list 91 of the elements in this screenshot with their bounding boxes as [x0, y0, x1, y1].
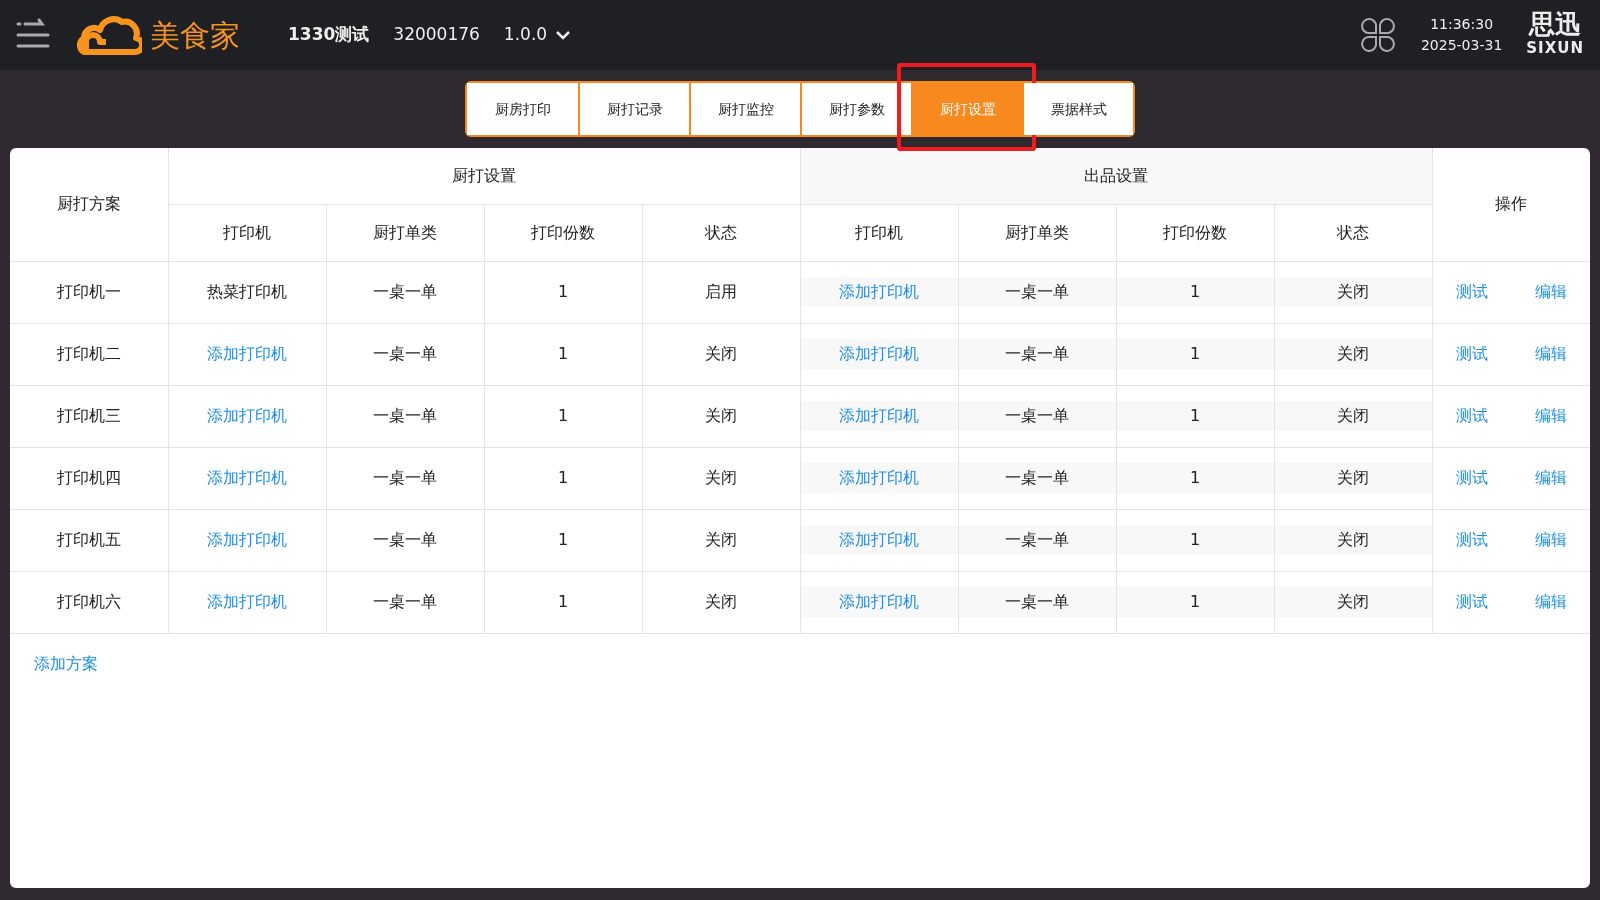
table-cell: 关闭	[1274, 525, 1432, 555]
add-printer-link[interactable]: 添加打印机	[207, 592, 287, 611]
action-link[interactable]: 测试	[1455, 528, 1488, 552]
action-link[interactable]: 测试	[1455, 280, 1488, 304]
column-header: 打印机	[168, 204, 326, 261]
table-cell: 打印机五	[56, 530, 121, 549]
group-header: 厨打设置	[168, 148, 800, 204]
column-header: 操作	[1432, 148, 1590, 261]
add-printer-link[interactable]: 添加打印机	[800, 525, 958, 555]
table-cell: 关闭	[705, 468, 737, 487]
tab[interactable]: 票据样式	[1022, 83, 1133, 135]
table-cell: 关闭	[705, 530, 737, 549]
action-link[interactable]: 测试	[1455, 466, 1488, 490]
add-printer-link[interactable]: 添加打印机	[800, 587, 958, 617]
table-cell: 1	[557, 344, 569, 363]
column-header: 状态	[642, 204, 800, 261]
action-link[interactable]: 测试	[1455, 342, 1488, 366]
table-cell: 1	[1116, 587, 1274, 617]
table-cell: 一桌一单	[958, 587, 1116, 617]
table-cell: 一桌一单	[958, 339, 1116, 369]
action-link[interactable]: 编辑	[1534, 466, 1567, 490]
table-cell: 1	[1116, 463, 1274, 493]
add-printer-link[interactable]: 添加打印机	[800, 401, 958, 431]
column-header: 厨打单类	[326, 204, 484, 261]
table-cell: 一桌一单	[373, 468, 437, 487]
add-printer-link[interactable]: 添加打印机	[207, 530, 287, 549]
column-header: 厨打方案	[10, 148, 168, 261]
table-cell: 1	[557, 406, 569, 425]
version-label[interactable]: 1.0.0	[503, 22, 548, 48]
add-printer-link[interactable]: 添加打印机	[800, 277, 958, 307]
group-header: 出品设置	[800, 148, 1432, 204]
table-cell: 关闭	[1274, 401, 1432, 431]
table-cell: 1	[1116, 401, 1274, 431]
table-cell: 启用	[705, 282, 737, 301]
clock-time: 11:36:30	[1429, 15, 1495, 34]
cloud-logo-icon	[76, 14, 142, 56]
table-cell: 一桌一单	[958, 401, 1116, 431]
add-printer-link[interactable]: 添加打印机	[800, 463, 958, 493]
add-printer-link[interactable]: 添加打印机	[800, 339, 958, 369]
column-header: 打印机	[800, 204, 958, 261]
table-cell: 打印机四	[56, 468, 121, 487]
table-cell: 1	[557, 592, 569, 611]
add-printer-link[interactable]: 添加打印机	[207, 344, 287, 363]
table-cell: 1	[557, 530, 569, 549]
table-cell: 1	[557, 282, 569, 301]
add-printer-link[interactable]: 添加打印机	[207, 406, 287, 425]
column-header: 打印份数	[484, 204, 642, 261]
table-cell: 一桌一单	[373, 530, 437, 549]
chevron-down-icon[interactable]	[555, 30, 572, 40]
table-cell: 打印机一	[56, 282, 121, 301]
tab[interactable]: 厨打设置	[911, 83, 1022, 135]
table-cell: 关闭	[1274, 277, 1432, 307]
column-header: 厨打单类	[958, 204, 1116, 261]
table-cell: 一桌一单	[958, 277, 1116, 307]
table-cell: 1	[1116, 525, 1274, 555]
table-cell: 1	[1116, 277, 1274, 307]
table-cell: 一桌一单	[373, 344, 437, 363]
table-cell: 热菜打印机	[207, 282, 287, 301]
column-header: 打印份数	[1116, 204, 1274, 261]
table-cell: 一桌一单	[373, 282, 437, 301]
table-cell: 打印机三	[56, 406, 121, 425]
vendor-logo-text: 思迅	[1527, 10, 1583, 37]
table-cell: 关闭	[705, 344, 737, 363]
apps-icon[interactable]	[1358, 16, 1397, 54]
action-link[interactable]: 测试	[1455, 590, 1488, 614]
brand-name: 美食家	[150, 16, 240, 55]
add-printer-link[interactable]: 添加打印机	[207, 468, 287, 487]
action-link[interactable]: 编辑	[1534, 342, 1567, 366]
store-name: 1330测试	[288, 23, 370, 47]
action-link[interactable]: 编辑	[1534, 528, 1567, 552]
table-cell: 关闭	[705, 592, 737, 611]
table-cell: 一桌一单	[373, 592, 437, 611]
table-cell: 一桌一单	[373, 406, 437, 425]
table-cell: 关闭	[1274, 463, 1432, 493]
table-cell: 1	[1116, 339, 1274, 369]
action-link[interactable]: 编辑	[1534, 404, 1567, 428]
table-cell: 关闭	[1274, 587, 1432, 617]
table-cell: 关闭	[1274, 339, 1432, 369]
action-link[interactable]: 编辑	[1534, 590, 1567, 614]
action-link[interactable]: 编辑	[1534, 280, 1567, 304]
table-cell: 一桌一单	[958, 463, 1116, 493]
table-cell: 关闭	[705, 406, 737, 425]
action-link[interactable]: 测试	[1455, 404, 1488, 428]
table-cell: 打印机六	[56, 592, 121, 611]
table-cell: 打印机二	[56, 344, 121, 363]
add-plan-link[interactable]: 添加方案	[34, 653, 98, 673]
vendor-logo-text: SIXUN	[1526, 37, 1584, 59]
store-id: 32000176	[393, 23, 480, 47]
clock-date: 2025-03-31	[1420, 36, 1503, 55]
table-cell: 一桌一单	[958, 525, 1116, 555]
table-cell: 1	[557, 468, 569, 487]
